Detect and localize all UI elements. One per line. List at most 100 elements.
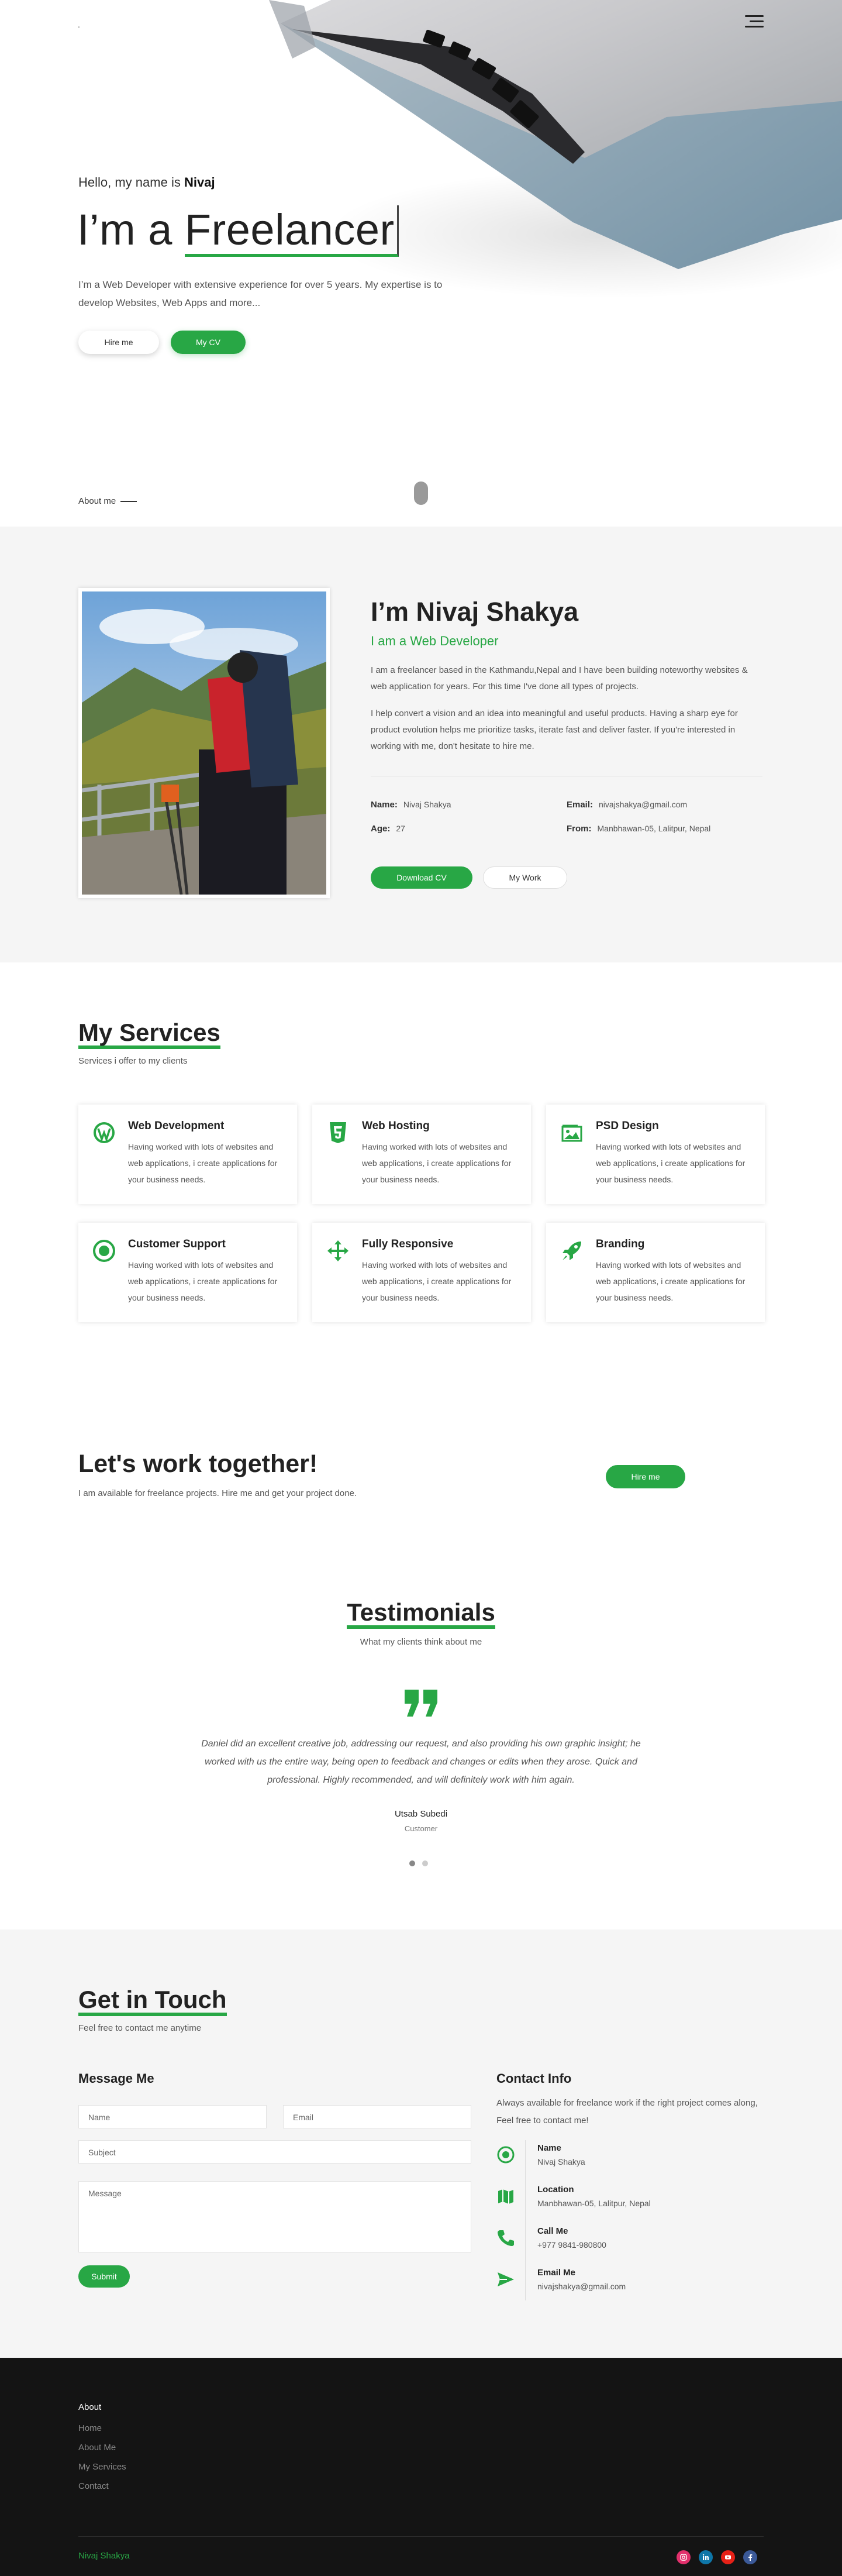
testimonial-text: Daniel did an excellent creative job, ad… (201, 1739, 641, 1785)
email-input[interactable]: Email (283, 2105, 471, 2128)
contact-item-label: Name (537, 2143, 561, 2153)
download-cv-button[interactable]: Download CV (371, 866, 472, 889)
service-card: Branding Having worked with lots of webs… (546, 1223, 765, 1322)
footer: About Home About Me My Services Contact … (0, 2358, 842, 2576)
work-together-section: Let's work together! I am available for … (0, 1375, 842, 1550)
facebook-icon[interactable] (743, 2550, 757, 2564)
testimonials-section: Testimonials What my clients think about… (0, 1550, 842, 1930)
footer-divider (78, 2536, 764, 2537)
contact-section: Get in Touch Feel free to contact me any… (0, 1930, 842, 2358)
image-icon (561, 1124, 582, 1142)
contact-title: Get in Touch (78, 1987, 227, 2016)
link-line (120, 500, 137, 502)
hero-description: I’m a Web Developer with extensive exper… (78, 279, 443, 308)
hero-title: I’m a Freelancer (77, 205, 399, 257)
footer-link-services[interactable]: My Services (78, 2462, 126, 2472)
info-from-label: From: (567, 824, 592, 834)
info-email-label: Email: (567, 800, 593, 810)
hamburger-menu-icon[interactable] (745, 15, 764, 30)
contact-item-value[interactable]: nivajshakya@gmail.com (537, 2282, 626, 2291)
arrows-move-icon (327, 1240, 348, 1261)
info-name-value: Nivaj Shakya (403, 800, 451, 809)
profile-photo (78, 588, 330, 898)
service-title: Web Hosting (362, 1120, 430, 1132)
user-icon (497, 2146, 515, 2164)
work-subtitle: I am available for freelance projects. H… (78, 1488, 357, 1498)
youtube-icon[interactable] (721, 2550, 735, 2564)
message-form-title: Message Me (78, 2071, 154, 2086)
about-section: I’m Nivaj Shakya I am a Web Developer I … (0, 527, 842, 962)
services-title: My Services (78, 1020, 220, 1049)
carousel-dot-1[interactable] (409, 1860, 415, 1866)
info-age: Age: 27 (371, 824, 405, 834)
instagram-icon[interactable] (677, 2550, 691, 2564)
hiker-photo-image (82, 591, 326, 895)
testimonial-author: Utsab Subedi (394, 1809, 448, 1819)
send-icon (498, 2272, 514, 2286)
contact-info-title: Contact Info (496, 2071, 572, 2086)
message-textarea[interactable]: Message (78, 2181, 471, 2252)
map-icon (498, 2189, 513, 2204)
contact-item-label: Call Me (537, 2226, 568, 2236)
footer-link-about[interactable]: About Me (78, 2443, 116, 2453)
service-card: Fully Responsive Having worked with lots… (312, 1223, 531, 1322)
hero-title-typed: Freelancer (184, 205, 399, 257)
info-from-value: Manbhawan-05, Lalitpur, Nepal (597, 824, 711, 833)
hero-section: . Hello, my name is Nivaj I’m a Freelanc… (0, 0, 842, 527)
service-title: PSD Design (596, 1120, 659, 1132)
testimonials-title: Testimonials (347, 1600, 495, 1629)
contact-item-value[interactable]: +977 9841-980800 (537, 2240, 606, 2250)
hire-me-button[interactable]: Hire me (78, 331, 159, 354)
testimonials-subtitle: What my clients think about me (360, 1637, 482, 1647)
site-logo[interactable]: . (78, 20, 80, 29)
testimonial-author-role: Customer (404, 1824, 438, 1833)
info-email: Email: nivajshakya@gmail.com (567, 800, 687, 810)
footer-link-home[interactable]: Home (78, 2423, 102, 2433)
submit-button[interactable]: Submit (78, 2265, 130, 2288)
about-me-link[interactable]: About me (78, 496, 137, 506)
info-email-value[interactable]: nivajshakya@gmail.com (599, 800, 687, 809)
footer-name: Nivaj Shakya (78, 2551, 130, 2561)
phone-icon (498, 2230, 514, 2246)
service-title: Web Development (128, 1120, 225, 1132)
carousel-dots (409, 1860, 428, 1866)
services-section: My Services Services i offer to my clien… (0, 962, 842, 1375)
contact-item-value: Nivaj Shakya (537, 2157, 585, 2166)
scroll-mouse-icon[interactable] (414, 482, 428, 505)
service-card: Customer Support Having worked with lots… (78, 1223, 297, 1322)
contact-item-label: Email Me (537, 2268, 576, 2278)
service-desc: Having worked with lots of websites and … (596, 1260, 746, 1302)
info-name: Name: Nivaj Shakya (371, 800, 451, 810)
contact-info-desc: Always available for freelance work if t… (496, 2098, 758, 2126)
footer-link-contact[interactable]: Contact (78, 2481, 109, 2491)
service-desc: Having worked with lots of websites and … (128, 1142, 278, 1184)
service-title: Branding (596, 1238, 645, 1250)
my-work-button[interactable]: My Work (483, 866, 567, 889)
service-desc: Having worked with lots of websites and … (596, 1142, 746, 1184)
greeting-text: Hello, my name is (78, 175, 181, 190)
work-hire-button[interactable]: Hire me (606, 1465, 685, 1488)
html5-icon (330, 1122, 346, 1143)
linkedin-icon[interactable] (699, 2550, 713, 2564)
contact-info-line (525, 2140, 526, 2300)
service-desc: Having worked with lots of websites and … (362, 1260, 512, 1302)
about-role: I am a Web Developer (371, 634, 499, 648)
service-title: Fully Responsive (362, 1238, 454, 1250)
info-from: From: Manbhawan-05, Lalitpur, Nepal (567, 824, 710, 834)
info-age-label: Age: (371, 824, 391, 834)
about-name: I’m Nivaj Shakya (371, 597, 579, 627)
carousel-dot-2[interactable] (422, 1860, 428, 1866)
hero-greeting: Hello, my name is Nivaj (78, 175, 215, 190)
hero-title-prefix: I’m a (77, 205, 172, 254)
rocket-icon (563, 1241, 581, 1260)
service-desc: Having worked with lots of websites and … (128, 1260, 278, 1302)
subject-input[interactable]: Subject (78, 2140, 471, 2164)
laptop-image (269, 0, 842, 298)
my-cv-button[interactable]: My CV (171, 331, 246, 354)
about-paragraph-1: I am a freelancer based in the Kathmandu… (371, 665, 748, 692)
greeting-name: Nivaj (184, 175, 215, 190)
about-paragraph-2: I help convert a vision and an idea into… (371, 709, 738, 751)
service-card: Web Hosting Having worked with lots of w… (312, 1105, 531, 1204)
work-title: Let's work together! (78, 1450, 318, 1478)
name-input[interactable]: Name (78, 2105, 267, 2128)
